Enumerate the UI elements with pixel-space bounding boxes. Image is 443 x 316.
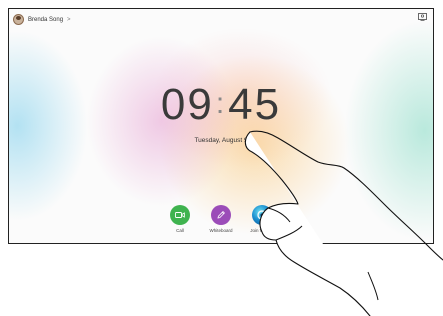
join-webex-label: Join Webex [250, 228, 274, 233]
whiteboard-circle [211, 205, 231, 225]
user-name: Brenda Song [28, 16, 64, 23]
pencil-icon [217, 211, 225, 219]
user-profile-button[interactable]: Brenda Song > [13, 14, 71, 25]
video-camera-icon [175, 212, 185, 218]
user-avatar [13, 14, 24, 25]
clock-hours: 09 [160, 80, 214, 129]
join-webex-button[interactable]: Join Webex [248, 205, 276, 233]
date-label: Tuesday, August 9 [194, 137, 248, 144]
clock-minutes: 45 [228, 80, 282, 129]
whiteboard-label: Whiteboard [209, 228, 233, 233]
call-label: Call [176, 228, 184, 233]
screen-share-icon[interactable] [418, 13, 427, 21]
join-webex-circle [252, 205, 272, 225]
call-circle [170, 205, 190, 225]
touch-screen: Brenda Song > 09:45 Tuesday, August 9 Ca… [8, 8, 434, 244]
chevron-right-icon: > [67, 16, 71, 23]
clock: 09:45 [9, 82, 433, 127]
whiteboard-button[interactable]: Whiteboard [207, 205, 235, 233]
call-button[interactable]: Call [166, 205, 194, 233]
clock-separator: : [215, 87, 227, 120]
webex-icon [257, 210, 267, 220]
action-bar: Call Whiteboard Join Webex [9, 205, 433, 233]
